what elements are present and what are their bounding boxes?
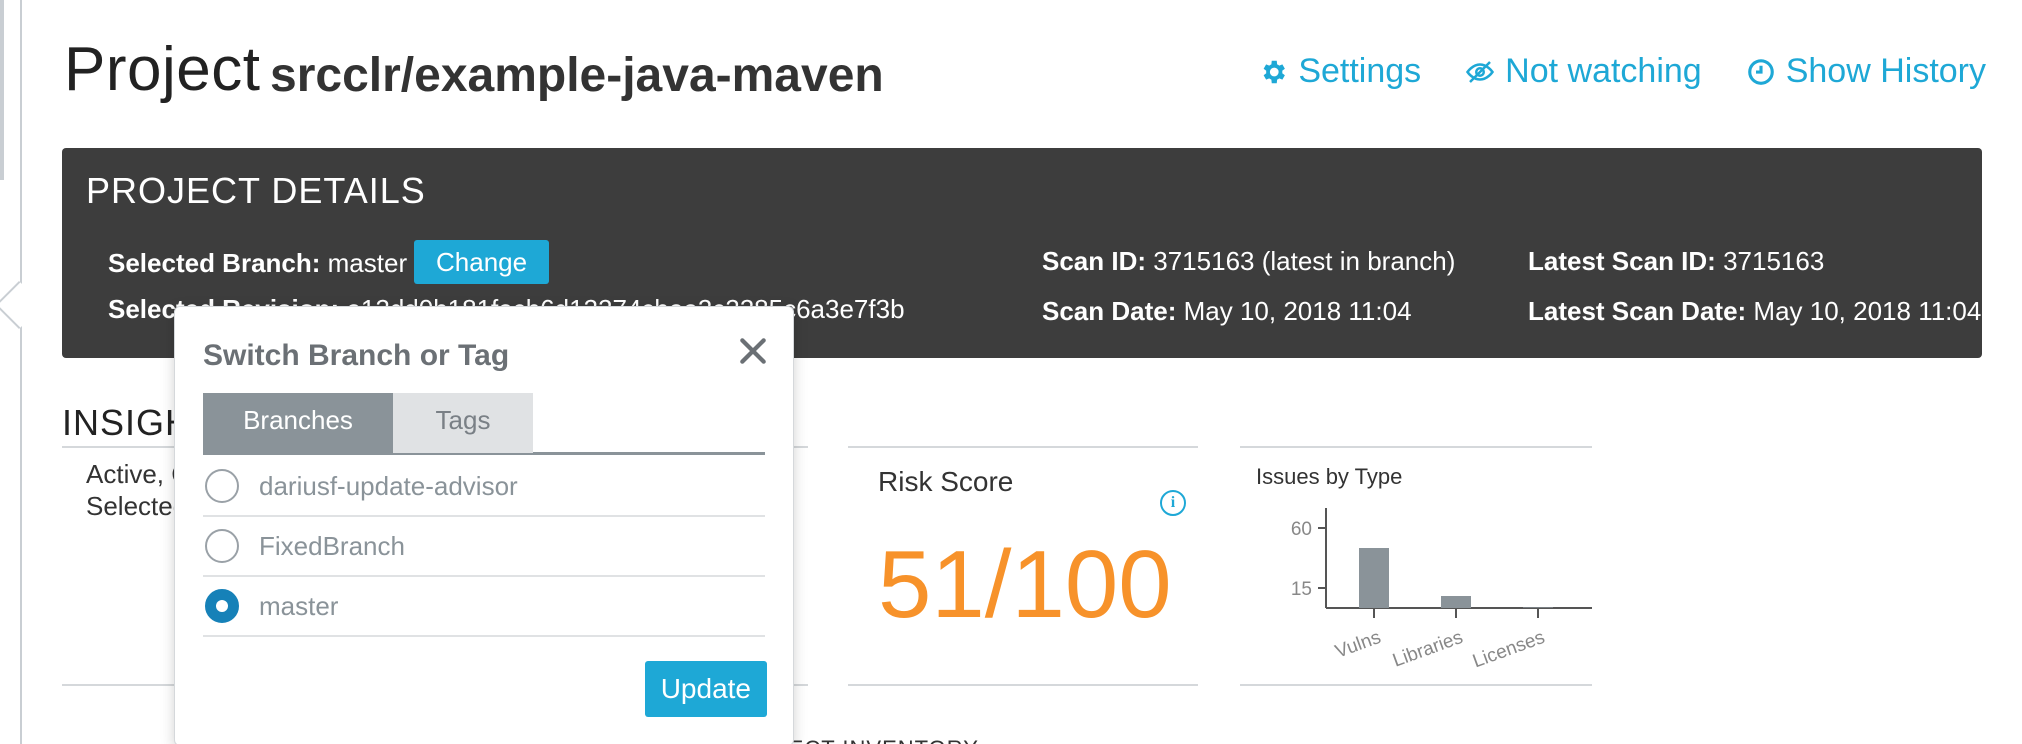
scan-date-label: Scan Date: (1042, 296, 1177, 326)
selected-branch-value: master (327, 248, 408, 278)
card-divider-bottom-2 (848, 684, 1198, 686)
switch-branch-popup: Switch Branch or Tag Branches Tags dariu… (174, 306, 794, 744)
show-history-link[interactable]: Show History (1746, 52, 1986, 91)
scan-date: Scan Date: May 10, 2018 11:04 (1042, 296, 1412, 327)
issues-chart-svg: 15 60 Vulns Libraries Licenses (1291, 508, 1592, 672)
branch-option[interactable]: FixedBranch (203, 517, 765, 577)
latest-scan-date-value: May 10, 2018 11:04 (1753, 296, 1982, 326)
tab-tags[interactable]: Tags (393, 393, 533, 453)
branch-option[interactable]: dariusf-update-advisor (203, 457, 765, 517)
card-divider-top-3 (1240, 446, 1592, 448)
bar (1523, 607, 1553, 608)
show-history-label: Show History (1785, 52, 1986, 90)
selected-branch-label: Selected Branch: (108, 248, 321, 278)
radio-button-selected[interactable] (205, 589, 239, 623)
branch-option-label: dariusf-update-advisor (259, 470, 518, 501)
radio-button[interactable] (205, 529, 239, 563)
scan-id-value: 3715163 (latest in branch) (1153, 246, 1456, 276)
latest-scan-id: Latest Scan ID: 3715163 (1528, 246, 1824, 277)
x-tick-label: Vulns (1333, 627, 1384, 663)
scan-date-value: May 10, 2018 11:04 (1183, 296, 1412, 326)
branch-option[interactable]: master (203, 577, 765, 637)
popup-tabs: Branches Tags (203, 393, 765, 455)
header-links: Settings Not watching Show History (1258, 52, 1986, 91)
project-details-title: PROJECT DETAILS (86, 170, 426, 211)
x-tick-label: Licenses (1470, 627, 1548, 672)
issues-chart: 15 60 Vulns Libraries Licenses (1256, 496, 1606, 696)
latest-scan-date-label: Latest Scan Date: (1528, 296, 1747, 326)
page-header: Project srcclr/example-java-maven Settin… (64, 34, 1986, 106)
branch-list: dariusf-update-advisor FixedBranch maste… (203, 457, 765, 637)
close-icon[interactable] (737, 335, 769, 367)
y-tick-label: 15 (1291, 579, 1312, 600)
latest-scan-date: Latest Scan Date: May 10, 2018 11:04 (1528, 296, 1981, 327)
gear-icon (1263, 60, 1286, 83)
page-title-label: Project (64, 35, 261, 104)
risk-score-value: 51/100 (878, 531, 1172, 638)
selected-branch: Selected Branch: master (108, 248, 407, 279)
card-divider-top-2 (848, 446, 1198, 448)
settings-link[interactable]: Settings (1258, 52, 1421, 91)
update-button[interactable]: Update (644, 661, 767, 717)
watch-toggle-link[interactable]: Not watching (1465, 52, 1702, 91)
project-name: srcclr/example-java-maven (270, 49, 884, 102)
watch-toggle-label: Not watching (1505, 52, 1702, 90)
branch-option-label: master (259, 590, 339, 621)
issues-by-type-label: Issues by Type (1256, 464, 1403, 489)
settings-link-label: Settings (1298, 52, 1422, 90)
clock-icon (1747, 58, 1774, 85)
sidebar-edge (0, 0, 44, 744)
popover-caret (0, 280, 44, 330)
risk-score-label: Risk Score (878, 466, 1014, 497)
y-tick-label: 60 (1291, 519, 1312, 540)
eye-slash-icon (1466, 60, 1495, 83)
latest-scan-id-label: Latest Scan ID: (1528, 246, 1716, 276)
tab-branches[interactable]: Branches (203, 393, 393, 453)
change-branch-button[interactable]: Change (414, 240, 550, 284)
scan-id: Scan ID: 3715163 (latest in branch) (1042, 246, 1455, 277)
latest-scan-id-value: 3715163 (1723, 246, 1825, 276)
popup-title: Switch Branch or Tag (203, 339, 510, 372)
scan-id-label: Scan ID: (1042, 246, 1147, 276)
x-tick-label: Libraries (1390, 627, 1466, 672)
info-icon[interactable]: i (1160, 490, 1186, 516)
bar (1441, 596, 1471, 608)
bar (1359, 548, 1389, 608)
sidebar-edge-bar (0, 0, 4, 180)
branch-option-label: FixedBranch (259, 530, 405, 561)
radio-button[interactable] (205, 469, 239, 503)
